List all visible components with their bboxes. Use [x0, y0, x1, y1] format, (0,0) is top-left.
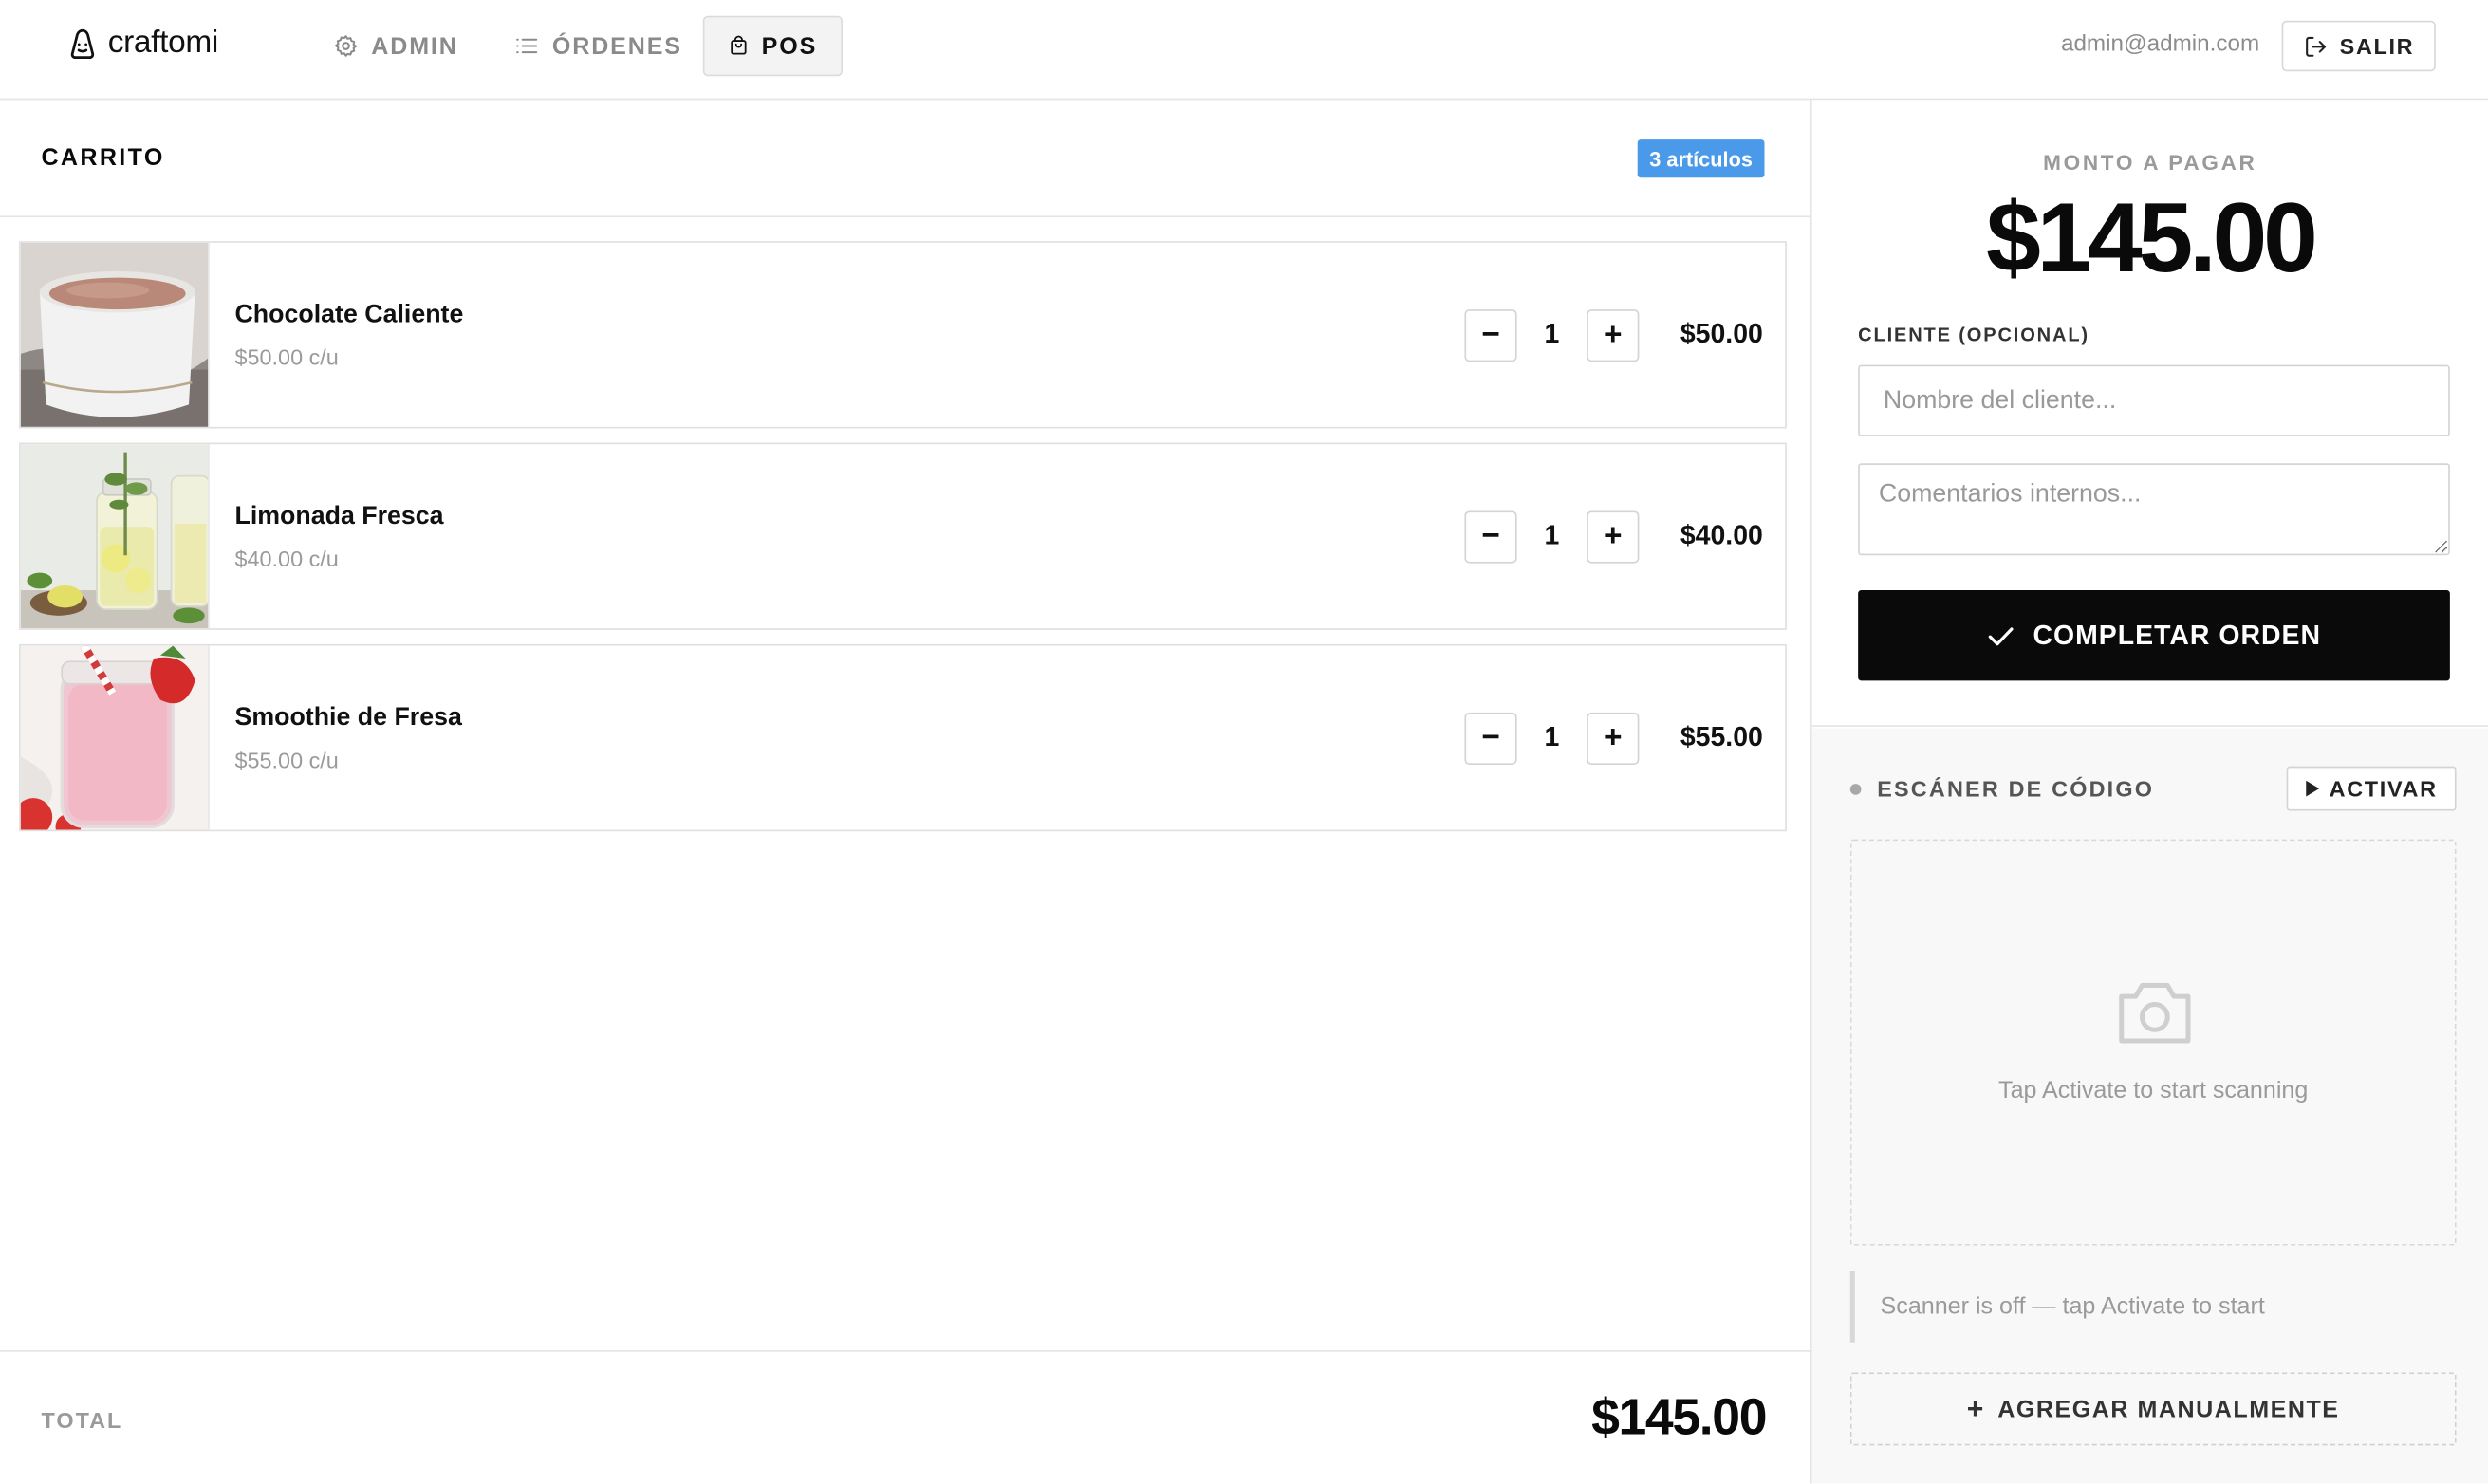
nav-admin[interactable]: ADMIN	[309, 16, 482, 77]
checkout-panel: MONTO A PAGAR $145.00 CLIENTE (OPCIONAL)…	[1811, 100, 2488, 1484]
decrease-quantity-button[interactable]: −	[1464, 309, 1517, 362]
smiley-bag-icon	[70, 28, 95, 59]
product-image-chocolate	[20, 242, 210, 427]
cart-item: Smoothie de Fresa $55.00 c/u − 1 + $55.0…	[19, 643, 1787, 832]
scanner-viewport[interactable]: Tap Activate to start scanning	[1849, 839, 2457, 1246]
complete-order-label: COMPLETAR ORDEN	[2033, 619, 2322, 650]
client-label: CLIENTE (OPCIONAL)	[1858, 324, 2089, 346]
plus-icon: +	[1966, 1392, 1985, 1424]
logout-label: SALIR	[2339, 33, 2415, 59]
logout-button[interactable]: SALIR	[2281, 20, 2436, 72]
nav-orders-label: ÓRDENES	[551, 32, 682, 60]
client-name-input[interactable]	[1858, 364, 2450, 436]
internal-notes-textarea[interactable]	[1858, 463, 2450, 556]
increase-quantity-button[interactable]: +	[1587, 712, 1640, 766]
scanner-status-message: Scanner is off — tap Activate to start	[1849, 1271, 2457, 1343]
item-quantity: 1	[1544, 721, 1560, 752]
cart-header: CARRITO 3 artículos	[0, 100, 1810, 218]
cart-title: CARRITO	[41, 144, 165, 172]
complete-order-button[interactable]: COMPLETAR ORDEN	[1858, 590, 2450, 681]
camera-icon	[2119, 982, 2191, 1044]
item-quantity: 1	[1544, 520, 1560, 551]
logout-icon	[2305, 36, 2326, 56]
scanner-status-dot	[1849, 784, 1862, 795]
scanner-hint: Tap Activate to start scanning	[1998, 1077, 2309, 1104]
activate-scanner-button[interactable]: ACTIVAR	[2286, 766, 2457, 811]
nav-pos-label: POS	[761, 32, 818, 60]
play-icon	[2306, 780, 2320, 797]
item-line-total: $55.00	[1680, 721, 1763, 752]
amount-due-label: MONTO A PAGAR	[2043, 150, 2257, 175]
gear-icon	[334, 35, 358, 57]
brand-name: craftomi	[107, 25, 219, 61]
nav-pos[interactable]: POS	[702, 15, 843, 77]
user-email: admin@admin.com	[2060, 31, 2260, 58]
payment-section: MONTO A PAGAR $145.00 CLIENTE (OPCIONAL)…	[1811, 100, 2488, 727]
amount-due-value: $145.00	[1986, 183, 2318, 294]
activate-label: ACTIVAR	[2329, 775, 2438, 802]
cart-item: Chocolate Caliente $50.00 c/u − 1 + $50.…	[19, 241, 1787, 429]
total-value: $145.00	[1591, 1388, 1767, 1446]
item-name: Smoothie de Fresa	[234, 704, 462, 732]
list-icon	[516, 38, 538, 54]
item-line-total: $50.00	[1680, 319, 1763, 349]
item-name: Limonada Fresca	[234, 503, 444, 530]
cart-panel: CARRITO 3 artículos Chocolate Caliente $…	[0, 100, 1812, 1484]
item-name: Chocolate Caliente	[234, 301, 464, 329]
decrease-quantity-button[interactable]: −	[1464, 510, 1517, 564]
item-unit-price: $55.00 c/u	[234, 747, 339, 773]
add-manually-label: AGREGAR MANUALMENTE	[1997, 1395, 2340, 1423]
increase-quantity-button[interactable]: +	[1587, 309, 1640, 362]
product-image-lemonade	[20, 444, 210, 629]
total-label: TOTAL	[41, 1407, 123, 1433]
check-icon	[1989, 626, 2014, 645]
item-line-total: $40.00	[1680, 520, 1763, 551]
product-image-smoothie	[20, 645, 210, 830]
nav-orders[interactable]: ÓRDENES	[491, 16, 706, 77]
decrease-quantity-button[interactable]: −	[1464, 712, 1517, 766]
shopping-bag-icon	[731, 35, 747, 55]
barcode-scanner-section: ESCÁNER DE CÓDIGO ACTIVAR Tap Activate t…	[1811, 728, 2488, 1484]
nav-admin-label: ADMIN	[371, 32, 458, 60]
brand-logo[interactable]: craftomi	[65, 26, 218, 62]
app-screen: craftomi ADMIN ÓRDENES POS admin@admin.c…	[0, 0, 2488, 1484]
add-manually-button[interactable]: + AGREGAR MANUALMENTE	[1849, 1372, 2457, 1446]
increase-quantity-button[interactable]: +	[1587, 510, 1640, 564]
item-count-badge: 3 artículos	[1637, 139, 1765, 178]
cart-item: Limonada Fresca $40.00 c/u − 1 + $40.00	[19, 442, 1787, 630]
item-quantity: 1	[1544, 319, 1560, 349]
item-unit-price: $40.00 c/u	[234, 546, 339, 571]
item-unit-price: $50.00 c/u	[234, 343, 339, 370]
scanner-title: ESCÁNER DE CÓDIGO	[1877, 775, 2155, 802]
cart-footer: TOTAL $145.00	[0, 1350, 1810, 1483]
top-navigation-bar: craftomi ADMIN ÓRDENES POS admin@admin.c…	[0, 0, 2488, 101]
